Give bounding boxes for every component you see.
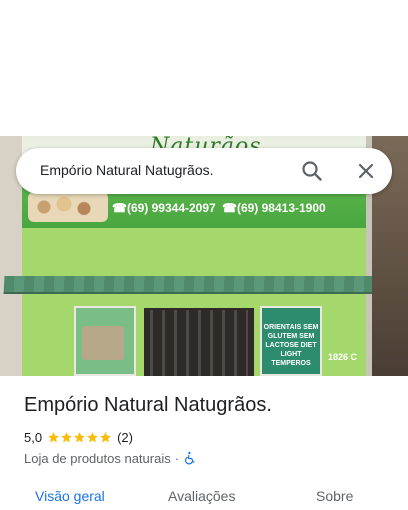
place-category: Loja de produtos naturais: [24, 450, 171, 466]
rating-value: 5,0: [24, 429, 43, 445]
photo-phone-1: ☎(69) 99344-2097: [112, 201, 216, 215]
photo-window-text: ORIENTAIS SEM GLUTEM SEM LACTOSE DIET LI…: [263, 324, 319, 367]
search-bar[interactable]: Empório Natural Natugrãos.: [16, 148, 392, 194]
close-icon: [358, 163, 374, 179]
star-icon: [48, 431, 59, 442]
star-icon: [100, 431, 111, 442]
search-input[interactable]: Empório Natural Natugrãos.: [40, 162, 214, 178]
search-icon: [302, 161, 322, 181]
category-row: Loja de produtos naturais ·: [24, 450, 197, 466]
photo-phone-2: ☎(69) 98413-1900: [222, 201, 326, 215]
tab-reviews[interactable]: Avaliações: [168, 488, 235, 504]
search-button[interactable]: [298, 157, 326, 185]
wheelchair-icon: [185, 451, 195, 465]
tab-overview[interactable]: Visão geral: [35, 488, 105, 504]
star-icon: [87, 431, 98, 442]
photo-window-display: [82, 326, 124, 360]
place-title: Empório Natural Natugrãos.: [24, 394, 272, 416]
rating-stars: [47, 431, 112, 444]
photo-awning: [3, 276, 375, 294]
reviews-count[interactable]: (2): [117, 430, 133, 445]
star-icon: [74, 431, 85, 442]
place-tabs: Visão geral Avaliações Sobre: [0, 478, 408, 510]
photo-door-grille: [150, 310, 248, 376]
photo-sign-nuts-image: [28, 192, 108, 222]
tab-about[interactable]: Sobre: [316, 488, 353, 504]
rating-row[interactable]: 5,0 (2): [24, 429, 133, 445]
top-blank-area: [0, 0, 408, 136]
close-button[interactable]: [352, 157, 380, 185]
star-icon: [61, 431, 72, 442]
category-separator: ·: [174, 450, 180, 466]
photo-address-number: 1826 C: [328, 352, 358, 362]
